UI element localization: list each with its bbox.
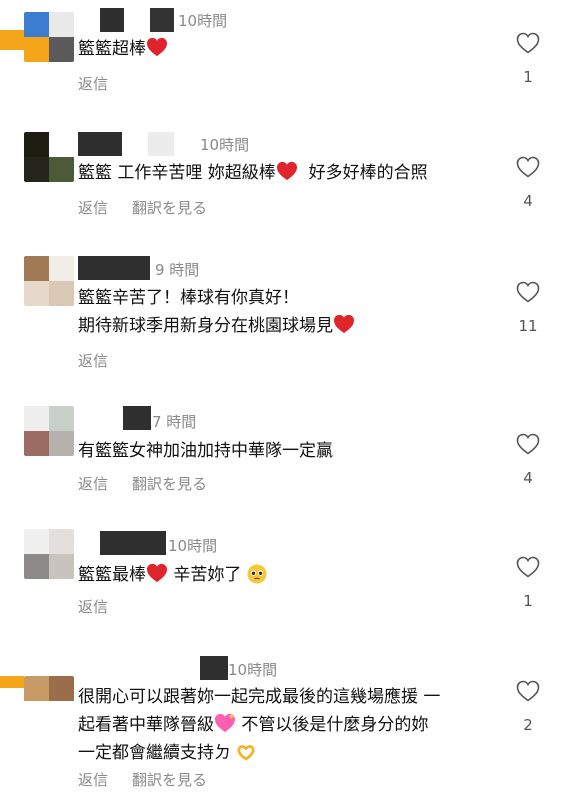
like-button[interactable]: 11	[510, 281, 546, 335]
avatar-edge	[0, 676, 24, 688]
comment-text-line: 籃籃辛苦了！棒球有你真好！	[78, 288, 299, 308]
avatar[interactable]	[24, 406, 74, 456]
like-count: 2	[523, 716, 533, 734]
like-count: 4	[523, 469, 533, 487]
comment-text-part: 籃籃最棒	[78, 565, 146, 585]
comment-actions: 返信	[78, 597, 132, 617]
comment-text: 籃籃超棒	[78, 35, 478, 63]
red-heart-icon	[147, 37, 167, 57]
avatar[interactable]	[24, 132, 74, 182]
red-heart-icon	[276, 161, 297, 181]
like-count: 11	[518, 317, 538, 335]
avatar-edge	[0, 30, 24, 50]
comment-actions: 返信	[78, 351, 132, 371]
like-button[interactable]: 2	[510, 680, 546, 734]
like-button[interactable]: 1	[510, 32, 546, 86]
heart-outline-icon	[516, 156, 540, 178]
username-redacted[interactable]	[78, 656, 238, 680]
comment-text-line: 期待新球季用新身分在桃園球場見	[78, 312, 478, 340]
heart-outline-icon	[516, 433, 540, 455]
comment-actions: 返信 翻訳を見る	[78, 198, 231, 218]
comment-text: 籃籃最棒 辛苦妳了	[78, 561, 478, 589]
comment-time: 7 時間	[152, 413, 197, 431]
reply-button[interactable]: 返信	[78, 351, 108, 371]
comment-time: 10時間	[178, 12, 228, 30]
avatar[interactable]	[24, 256, 74, 306]
like-button[interactable]: 1	[510, 556, 546, 610]
username-redacted[interactable]	[78, 406, 158, 430]
like-count: 1	[523, 68, 533, 86]
reply-button[interactable]: 返信	[78, 198, 108, 218]
username-redacted[interactable]	[78, 531, 178, 555]
sparkling-heart-icon	[215, 713, 235, 733]
username-redacted[interactable]	[78, 8, 178, 32]
heart-hands-icon	[237, 745, 255, 761]
comment-text-part: 籃籃 工作辛苦哩 妳超級棒	[78, 163, 276, 183]
reply-button[interactable]: 返信	[78, 74, 108, 94]
username-redacted[interactable]	[78, 132, 208, 156]
heart-outline-icon	[516, 556, 540, 578]
heart-outline-icon	[516, 680, 540, 702]
comment-text-part: 有籃籃女神加油加持中華隊一定贏	[78, 441, 333, 461]
comment-text-part: 好多好棒的合照	[308, 163, 428, 183]
see-translation-button[interactable]: 翻訳を見る	[132, 198, 207, 218]
avatar[interactable]	[24, 529, 74, 579]
comment-text: 籃籃 工作辛苦哩 妳超級棒 好多好棒的合照	[78, 159, 498, 187]
reply-button[interactable]: 返信	[78, 770, 108, 790]
comment-time: 10時間	[200, 136, 250, 154]
see-translation-button[interactable]: 翻訳を見る	[132, 770, 207, 790]
comment-text-part: 期待新球季用新身分在桃園球場見	[78, 316, 333, 336]
reply-button[interactable]: 返信	[78, 597, 108, 617]
like-button[interactable]: 4	[510, 433, 546, 487]
comment-text: 籃籃辛苦了！棒球有你真好！ 期待新球季用新身分在桃園球場見	[78, 284, 478, 340]
comment-text-part: 不管以後是什麼身分的妳	[236, 715, 429, 735]
comment-text-line: 很開心可以跟著妳一起完成最後的這幾場應援 一	[78, 687, 441, 707]
like-button[interactable]: 4	[510, 156, 546, 210]
comment-text-part: 辛苦妳了	[173, 565, 242, 585]
comment-text-part: 一定都會繼續支持ㄉ	[78, 743, 231, 763]
username-redacted[interactable]	[78, 256, 158, 280]
comment-text-part: 籃籃超棒	[78, 39, 146, 59]
comment-time: 9 時間	[155, 261, 200, 279]
reply-button[interactable]: 返信	[78, 474, 108, 494]
like-count: 4	[523, 192, 533, 210]
comment-text-line: 一定都會繼續支持ㄉ	[78, 739, 498, 767]
pleading-face-icon	[247, 564, 267, 584]
comment-time: 10時間	[228, 661, 278, 679]
like-count: 1	[523, 592, 533, 610]
comment-actions: 返信 翻訳を見る	[78, 474, 231, 494]
avatar[interactable]	[24, 676, 74, 702]
see-translation-button[interactable]: 翻訳を見る	[132, 474, 207, 494]
red-heart-icon	[147, 563, 167, 583]
avatar[interactable]	[24, 12, 74, 62]
heart-outline-icon	[516, 32, 540, 54]
red-heart-icon	[334, 314, 354, 334]
comment-text-line: 起看著中華隊晉級 不管以後是什麼身分的妳	[78, 711, 498, 739]
comment-time: 10時間	[168, 537, 218, 555]
comment-actions: 返信 翻訳を見る	[78, 770, 231, 790]
comment-text-part: 起看著中華隊晉級	[78, 715, 214, 735]
comment-actions: 返信	[78, 74, 132, 94]
heart-outline-icon	[516, 281, 540, 303]
comment-text: 很開心可以跟著妳一起完成最後的這幾場應援 一 起看著中華隊晉級 不管以後是什麼身…	[78, 683, 498, 767]
comment-text: 有籃籃女神加油加持中華隊一定贏	[78, 437, 478, 465]
